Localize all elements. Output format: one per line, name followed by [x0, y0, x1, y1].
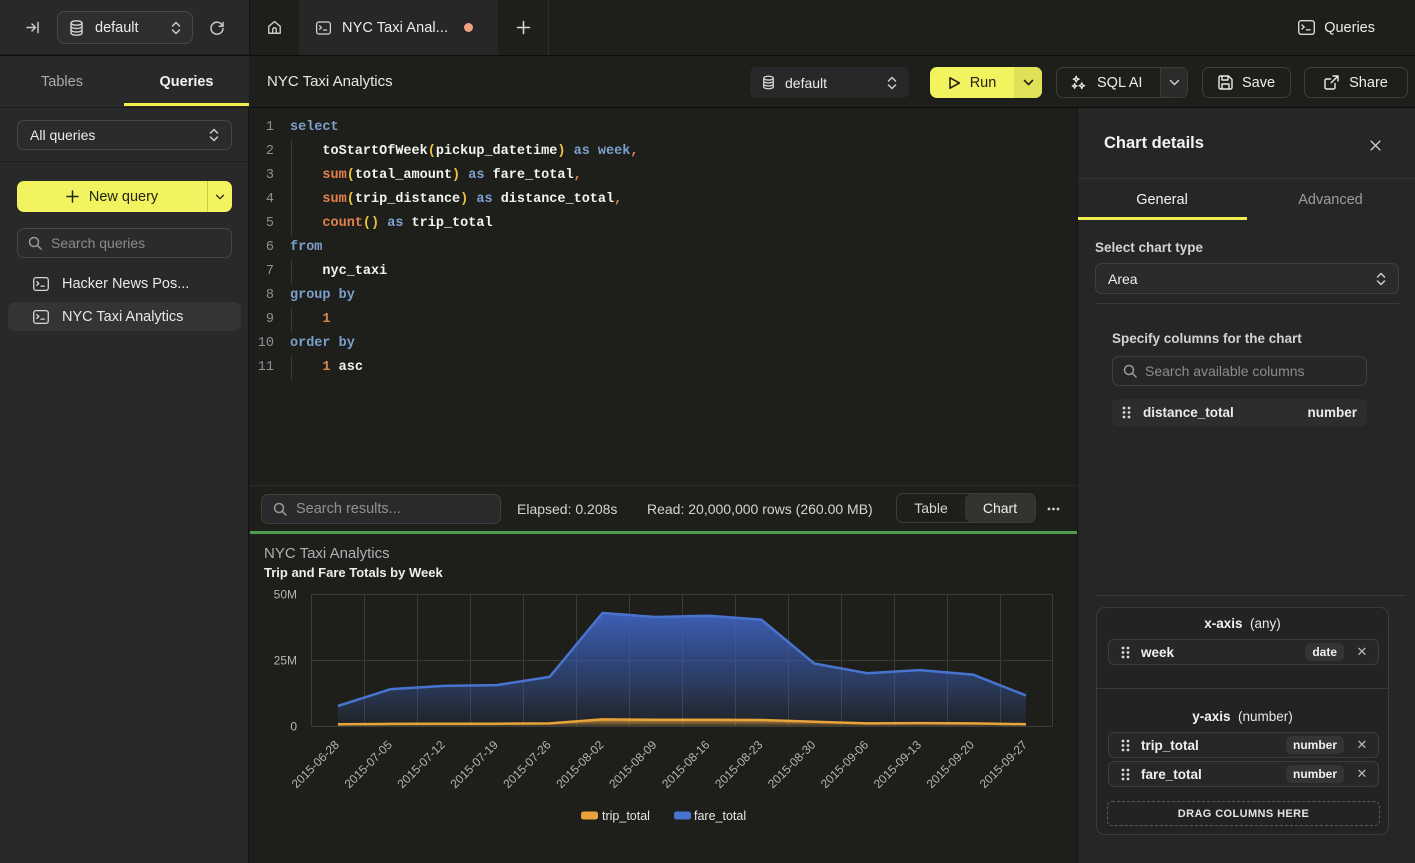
svg-text:50M: 50M	[274, 588, 297, 602]
svg-text:2015-08-16: 2015-08-16	[659, 737, 713, 791]
svg-text:2015-09-20: 2015-09-20	[924, 737, 978, 791]
svg-text:trip_total: trip_total	[602, 809, 650, 823]
svg-text:2015-07-12: 2015-07-12	[395, 737, 449, 791]
svg-text:2015-08-30: 2015-08-30	[765, 737, 819, 791]
svg-text:2015-07-05: 2015-07-05	[342, 737, 396, 791]
svg-text:fare_total: fare_total	[694, 809, 746, 823]
svg-text:2015-08-23: 2015-08-23	[712, 737, 766, 791]
svg-text:2015-09-06: 2015-09-06	[818, 737, 872, 791]
svg-text:2015-08-09: 2015-08-09	[606, 737, 660, 791]
svg-text:2015-09-27: 2015-09-27	[977, 737, 1031, 791]
svg-text:0: 0	[290, 720, 297, 734]
svg-text:2015-09-13: 2015-09-13	[871, 737, 925, 791]
svg-text:2015-07-26: 2015-07-26	[500, 737, 554, 791]
svg-text:25M: 25M	[274, 654, 297, 668]
svg-text:2015-07-19: 2015-07-19	[448, 737, 502, 791]
svg-text:2015-08-02: 2015-08-02	[553, 737, 607, 791]
svg-text:2015-06-28: 2015-06-28	[289, 737, 343, 791]
